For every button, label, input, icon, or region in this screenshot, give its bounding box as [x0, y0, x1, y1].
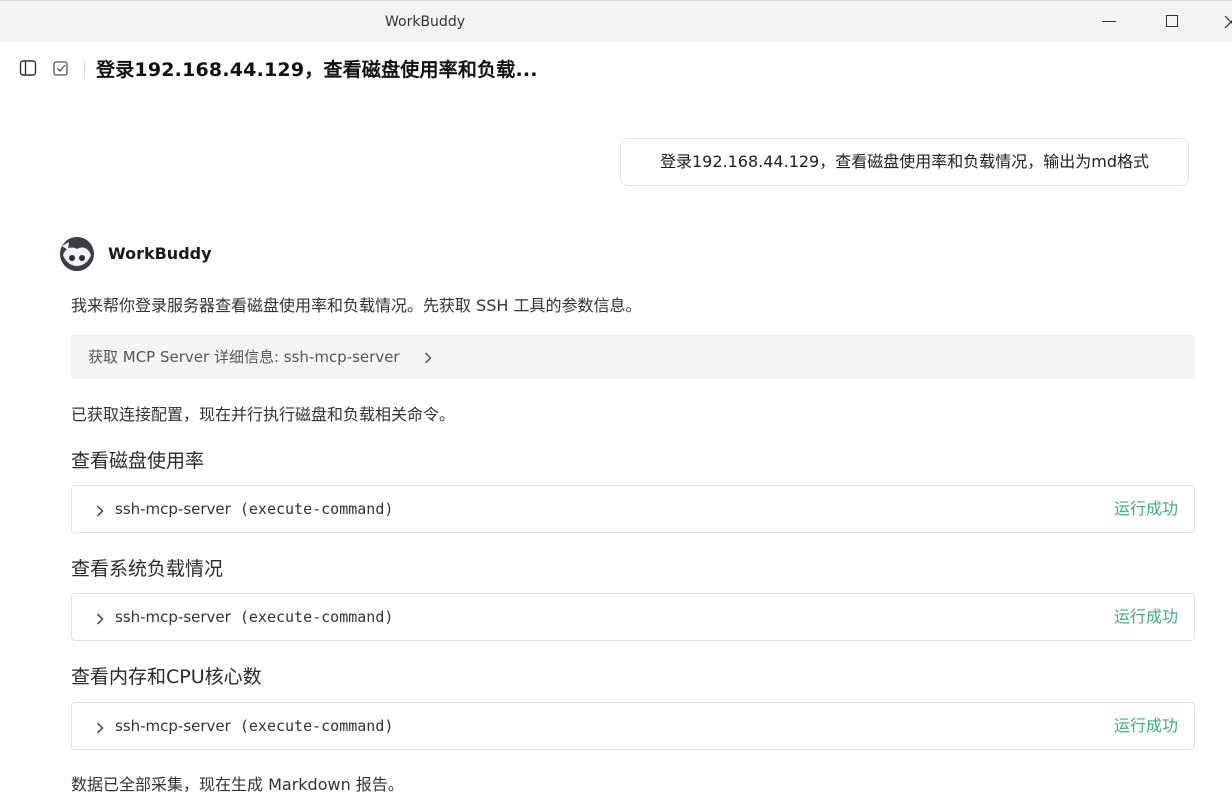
status-badge: 运行成功	[1113, 607, 1178, 626]
config-status-text: 已获取连接配置，现在并行执行磁盘和负载相关命令。	[71, 405, 456, 424]
chevron-right-icon	[95, 611, 105, 630]
tool-call-row[interactable]: ssh-mcp-server (execute-command) 运行成功	[71, 593, 1195, 641]
tool-command: (execute-command)	[239, 500, 394, 518]
tool-call-label: ssh-mcp-server (execute-command)	[115, 703, 393, 749]
assistant-avatar	[60, 237, 94, 271]
step-heading: 查看磁盘使用率	[71, 450, 205, 472]
tool-call-row[interactable]: ssh-mcp-server (execute-command) 运行成功	[71, 485, 1195, 533]
header-divider	[84, 60, 85, 78]
chevron-right-icon	[95, 720, 105, 739]
chevron-right-icon	[95, 503, 105, 522]
tool-command: (execute-command)	[239, 717, 394, 735]
final-status-text: 数据已全部采集，现在生成 Markdown 报告。	[71, 775, 404, 794]
minimize-icon[interactable]	[1087, 1, 1133, 43]
status-badge: 运行成功	[1113, 499, 1178, 518]
tool-call-row[interactable]: ssh-mcp-server (execute-command) 运行成功	[71, 702, 1195, 750]
window-title: WorkBuddy	[385, 14, 465, 30]
tool-server-name: ssh-mcp-server	[115, 608, 231, 626]
mcp-info-label: 获取 MCP Server 详细信息: ssh-mcp-server	[88, 348, 400, 366]
assistant-name: WorkBuddy	[108, 244, 212, 263]
tool-server-name: ssh-mcp-server	[115, 717, 231, 735]
tool-call-label: ssh-mcp-server (execute-command)	[115, 594, 393, 640]
edit-checkbox-icon[interactable]	[52, 59, 70, 77]
user-message-bubble: 登录192.168.44.129，查看磁盘使用率和负载情况，输出为md格式	[620, 138, 1189, 186]
status-badge: 运行成功	[1113, 716, 1178, 735]
window-titlebar: WorkBuddy	[0, 0, 1232, 42]
chevron-right-icon	[423, 350, 433, 369]
page-title: 登录192.168.44.129，查看磁盘使用率和负载...	[96, 59, 538, 81]
mcp-info-collapsible[interactable]: 获取 MCP Server 详细信息: ssh-mcp-server	[71, 335, 1195, 379]
assistant-intro-text: 我来帮你登录服务器查看磁盘使用率和负载情况。先获取 SSH 工具的参数信息。	[71, 296, 642, 315]
step-heading: 查看内存和CPU核心数	[71, 666, 262, 688]
tool-call-label: ssh-mcp-server (execute-command)	[115, 486, 393, 532]
conversation-header: 登录192.168.44.129，查看磁盘使用率和负载...	[0, 42, 1232, 96]
maximize-icon[interactable]	[1150, 1, 1196, 43]
tool-server-name: ssh-mcp-server	[115, 500, 231, 518]
tool-command: (execute-command)	[239, 608, 394, 626]
close-icon[interactable]	[1213, 1, 1232, 43]
sidebar-toggle-icon[interactable]	[19, 59, 37, 77]
step-heading: 查看系统负载情况	[71, 558, 224, 580]
